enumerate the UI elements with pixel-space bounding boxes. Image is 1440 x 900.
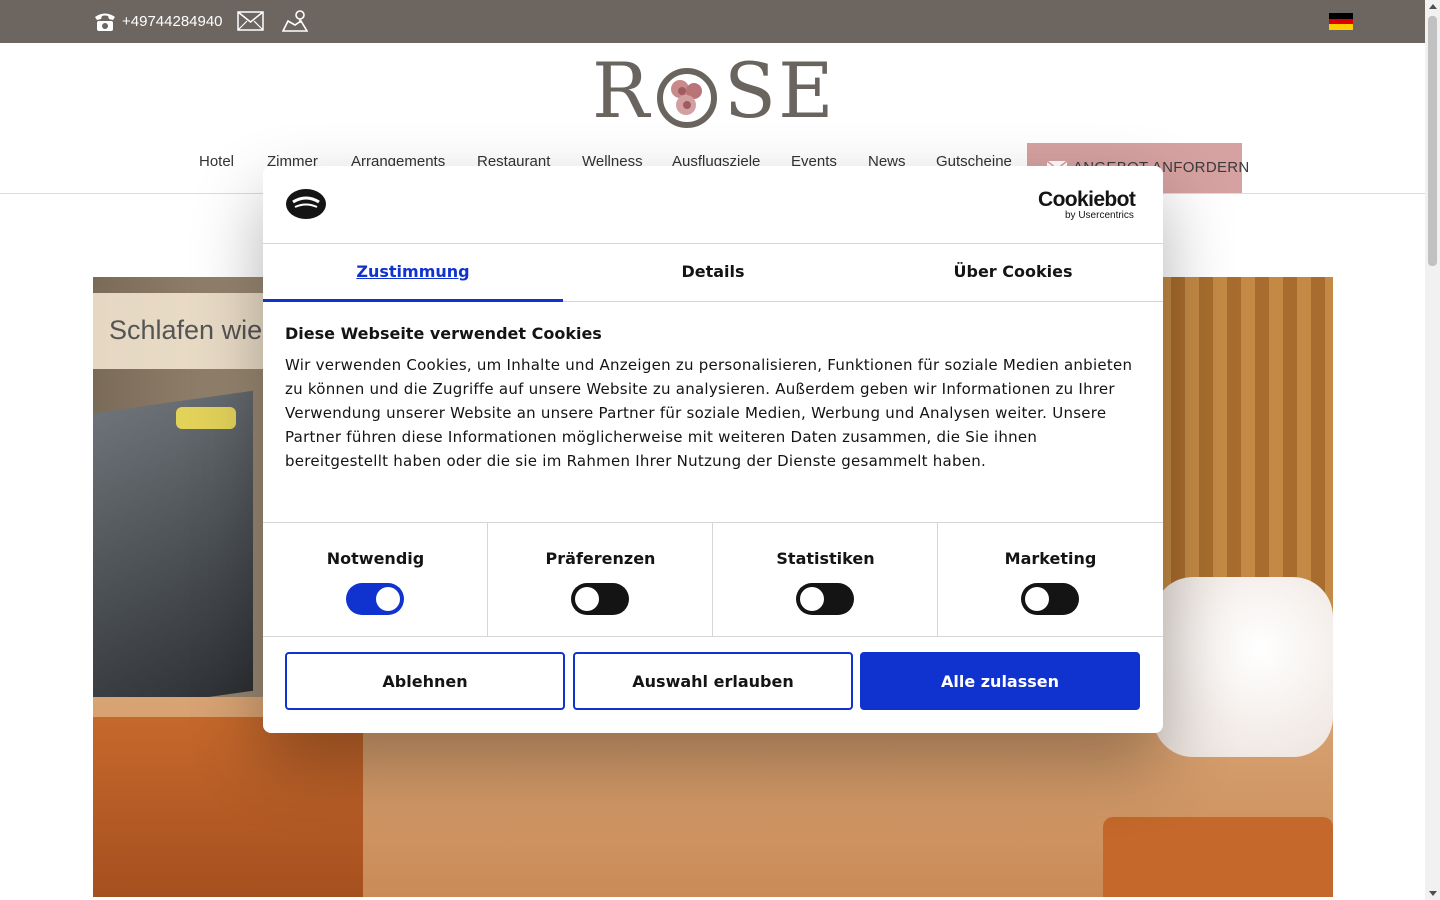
option-statistiken: Statistiken	[713, 523, 938, 637]
map-icon[interactable]	[282, 9, 308, 33]
allow-all-button[interactable]: Alle zulassen	[860, 652, 1140, 710]
option-notwendig-label: Notwendig	[326, 549, 425, 568]
top-bar: +49744284940	[0, 0, 1425, 43]
tab-zustimmung[interactable]: Zustimmung	[263, 244, 563, 302]
cookie-options: Notwendig Präferenzen Statistiken Market…	[263, 522, 1163, 637]
cookie-dialog-title: Diese Webseite verwendet Cookies	[285, 324, 602, 343]
nav-hotel[interactable]: Hotel	[199, 153, 234, 170]
page-scrollbar[interactable]	[1425, 0, 1440, 900]
toggle-marketing[interactable]	[1021, 583, 1079, 615]
cookie-dialog-header: Cookiebot by Usercentrics	[263, 166, 1163, 244]
option-praeferenzen: Präferenzen	[488, 523, 713, 637]
toggle-statistiken[interactable]	[796, 583, 854, 615]
flag-de-icon[interactable]	[1329, 13, 1353, 30]
hero-desk	[93, 717, 363, 897]
rose-icon	[657, 68, 717, 128]
option-notwendig: Notwendig	[263, 523, 488, 637]
scroll-up-icon[interactable]	[1429, 4, 1437, 9]
tab-details[interactable]: Details	[563, 244, 863, 302]
cookie-consent-dialog: Cookiebot by Usercentrics Zustimmung Det…	[263, 166, 1163, 733]
option-marketing-label: Marketing	[1004, 549, 1097, 568]
reject-button[interactable]: Ablehnen	[285, 652, 565, 710]
logo-letters-se: SE	[724, 46, 836, 135]
toggle-notwendig[interactable]	[346, 583, 404, 615]
cookie-tabs: Zustimmung Details Über Cookies	[263, 244, 1163, 302]
toggle-praeferenzen[interactable]	[571, 583, 629, 615]
scroll-down-icon[interactable]	[1429, 891, 1437, 896]
hero-tv	[93, 390, 253, 714]
logo-letter-r: R	[592, 46, 652, 135]
cookie-dialog-body: Diese Webseite verwendet Cookies Wir ver…	[285, 324, 1141, 473]
cookiebot-brand[interactable]: Cookiebot by Usercentrics	[1038, 188, 1143, 222]
cookiebot-logo-icon	[286, 189, 326, 219]
cookiebot-brand-name: Cookiebot	[1038, 188, 1136, 211]
hero-nightstand	[1103, 817, 1333, 897]
mail-icon[interactable]	[237, 11, 264, 31]
hero-pillows	[1153, 577, 1333, 757]
cookiebot-brand-sub: by Usercentrics	[1065, 210, 1134, 221]
hero-caption-text: Schlafen wie	[109, 315, 263, 345]
option-statistiken-label: Statistiken	[776, 549, 875, 568]
tab-details-label: Details	[681, 262, 745, 281]
rose-logo[interactable]: R SE	[592, 46, 834, 135]
option-praeferenzen-label: Präferenzen	[545, 549, 656, 568]
phone-number[interactable]: +49744284940	[122, 13, 223, 30]
allow-selection-button[interactable]: Auswahl erlauben	[573, 652, 853, 710]
phone-icon[interactable]	[93, 9, 117, 33]
tab-zustimmung-label: Zustimmung	[356, 262, 470, 281]
cookie-dialog-text: Wir verwenden Cookies, um Inhalte und An…	[285, 356, 1133, 470]
hero-lamp	[176, 407, 236, 429]
tab-ueber-cookies-label: Über Cookies	[953, 262, 1073, 281]
tab-ueber-cookies[interactable]: Über Cookies	[863, 244, 1163, 302]
option-marketing: Marketing	[938, 523, 1163, 637]
scrollbar-thumb[interactable]	[1428, 16, 1437, 266]
